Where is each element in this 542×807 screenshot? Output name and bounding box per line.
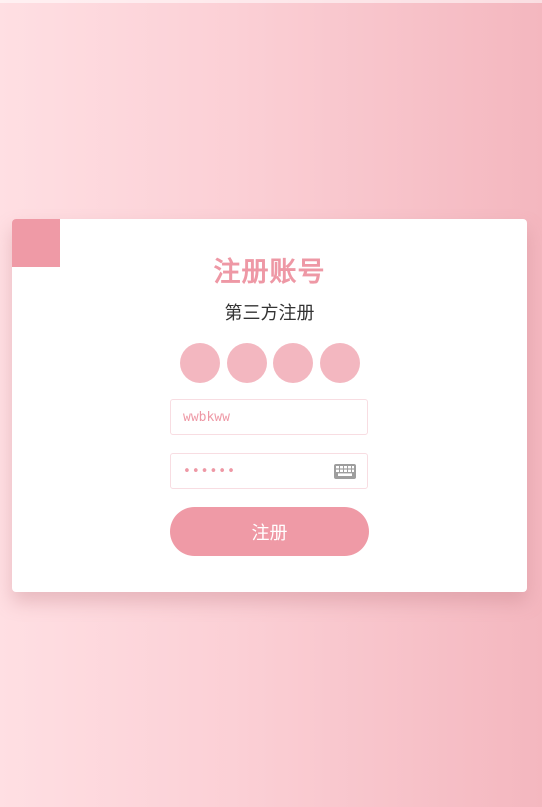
password-field <box>170 453 368 489</box>
social-login-button-3[interactable] <box>273 343 314 383</box>
register-card: 注册账号 第三方注册 注册 <box>12 219 527 592</box>
social-login-button-4[interactable] <box>319 343 360 383</box>
username-input[interactable] <box>171 400 367 434</box>
social-login-button-2[interactable] <box>226 343 267 383</box>
top-edge-line <box>0 0 542 3</box>
keyboard-icon[interactable] <box>334 464 356 479</box>
social-login-button-1[interactable] <box>180 343 220 383</box>
register-button[interactable]: 注册 <box>170 507 369 556</box>
third-party-register-label: 第三方注册 <box>224 303 315 324</box>
page-title: 注册账号 <box>213 257 326 288</box>
username-field <box>170 399 368 435</box>
social-login-group <box>180 343 360 383</box>
